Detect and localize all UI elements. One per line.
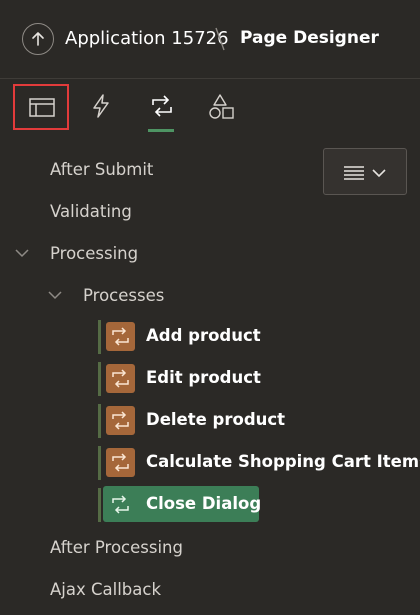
tree-connector	[98, 488, 101, 522]
list-item[interactable]: Add product	[98, 318, 418, 354]
tab-shared-components[interactable]	[194, 84, 250, 130]
tree-connector	[98, 404, 101, 438]
list-item[interactable]: Calculate Shopping Cart Items	[98, 444, 420, 480]
breadcrumb-separator	[215, 27, 225, 51]
chevron-down-icon[interactable]	[15, 248, 29, 258]
tab-dynamic-actions[interactable]	[74, 84, 130, 130]
tree-connector	[98, 320, 101, 354]
active-tab-indicator	[148, 129, 174, 132]
process-icon	[106, 322, 135, 351]
application-breadcrumb[interactable]: Application 15726	[65, 28, 229, 49]
tab-rendering[interactable]	[13, 84, 69, 130]
layout-icon	[29, 98, 55, 117]
tree-node-processes[interactable]: Processes	[83, 286, 164, 305]
process-label: Edit product	[146, 368, 261, 387]
page-header: Application 15726 Page Designer	[0, 0, 420, 79]
tree-node-validating[interactable]: Validating	[50, 202, 132, 221]
hamburger-menu-icon	[344, 166, 364, 180]
process-label: Close Dialog	[146, 494, 262, 513]
tab-processing[interactable]	[134, 84, 190, 132]
process-icon	[106, 448, 135, 477]
process-label: Delete product	[146, 410, 286, 429]
tree-node-processing[interactable]: Processing	[50, 244, 138, 263]
process-label: Calculate Shopping Cart Items	[146, 452, 420, 471]
process-icon	[106, 406, 135, 435]
designer-tabs	[0, 78, 420, 136]
chevron-down-icon[interactable]	[48, 290, 62, 300]
list-item-selected[interactable]: Close Dialog	[98, 486, 418, 522]
tree-node-ajax-callback[interactable]: Ajax Callback	[50, 580, 161, 599]
navigate-up-button[interactable]	[22, 23, 54, 55]
lightning-icon	[93, 94, 109, 118]
tree-node-after-submit[interactable]: After Submit	[50, 160, 153, 179]
list-item[interactable]: Edit product	[98, 360, 418, 396]
tree-node-after-processing[interactable]: After Processing	[50, 538, 183, 557]
tree-connector	[98, 362, 101, 396]
tree-connector	[98, 446, 101, 480]
process-icon	[106, 490, 135, 519]
process-icon	[106, 364, 135, 393]
chevron-down-icon	[372, 169, 386, 178]
arrow-up-icon	[32, 32, 44, 46]
list-item[interactable]: Delete product	[98, 402, 418, 438]
refresh-loop-icon	[152, 95, 172, 117]
shapes-icon	[209, 94, 234, 119]
page-title: Page Designer	[240, 28, 379, 48]
process-label: Add product	[146, 326, 261, 345]
tree-menu-button[interactable]	[323, 148, 407, 195]
